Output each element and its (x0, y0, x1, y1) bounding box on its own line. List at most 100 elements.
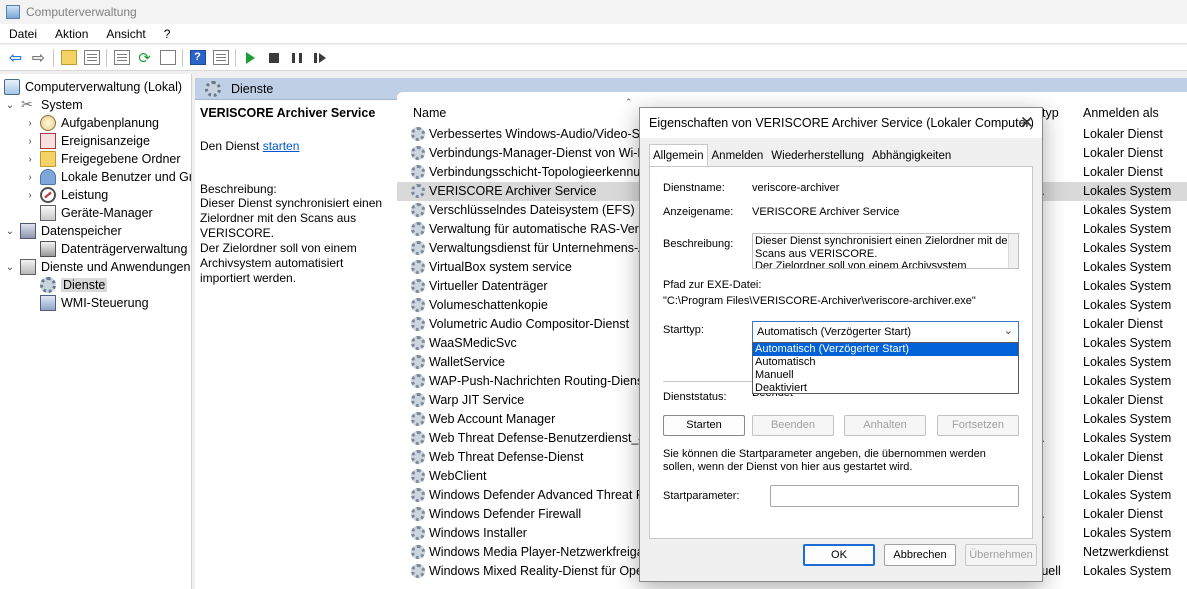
services-header-title: Dienste (231, 81, 274, 96)
gear-icon (205, 80, 221, 97)
window-title: Computerverwaltung (26, 5, 137, 19)
beschreibung-text: Dieser Dienst synchronisiert einen Zielo… (755, 235, 1014, 269)
beenden-button[interactable]: Beenden (752, 415, 834, 436)
menu-bar: Datei Aktion Ansicht ? (0, 24, 1187, 44)
menu-aktion[interactable]: Aktion (46, 27, 97, 41)
service-name-cell: Windows Defender Advanced Threat Protect… (411, 488, 640, 502)
tree-item-root[interactable]: Computerverwaltung (Lokal) (4, 78, 182, 96)
starttyp-option-automatisch-verzoegert[interactable]: Automatisch (Verzögerter Start) (753, 343, 1018, 356)
starttyp-option-deaktiviert[interactable]: Deaktiviert (753, 382, 1018, 395)
tree-label: Datenspeicher (41, 224, 122, 238)
tree-item-lokale-benutzer[interactable]: › Lokale Benutzer und Gruppen (24, 168, 191, 186)
up-folder-icon[interactable] (59, 48, 79, 68)
scrollbar[interactable] (1008, 234, 1018, 268)
anzeigename-value: VERISCORE Archiver Service (752, 206, 900, 218)
tab-abhaengigkeiten[interactable]: Abhängigkeiten (868, 146, 955, 166)
start-service-link[interactable]: starten (263, 139, 300, 153)
tree-item-datentraegerverwaltung[interactable]: Datenträgerverwaltung (40, 240, 187, 258)
chevron-down-icon[interactable]: ⌄ (4, 226, 16, 237)
menu-datei[interactable]: Datei (0, 27, 46, 41)
abbrechen-button[interactable]: Abbrechen (884, 544, 956, 566)
tree-item-ereignisanzeige[interactable]: › Ereignisanzeige (24, 132, 150, 150)
forward-arrow-icon[interactable]: ⇨ (29, 48, 49, 68)
export-list-icon[interactable] (158, 48, 178, 68)
tree-label: Aufgabenplanung (61, 116, 160, 130)
back-arrow-icon[interactable]: ⇦ (6, 48, 26, 68)
service-logon-cell: Netzwerkdienst (1083, 545, 1169, 559)
chevron-right-icon[interactable]: › (24, 136, 36, 147)
column-header-starttyp[interactable]: typ (1042, 106, 1059, 120)
gear-icon (411, 241, 425, 255)
service-logon-cell: Lokales System (1083, 336, 1172, 350)
service-logon-cell: Lokales System (1083, 431, 1172, 445)
tree-item-dienste-und-anwendungen[interactable]: ⌄ Dienste und Anwendungen (4, 258, 190, 276)
chevron-right-icon[interactable]: › (24, 118, 36, 129)
chevron-right-icon[interactable]: › (24, 154, 36, 165)
restart-icon[interactable] (310, 48, 330, 68)
startparameter-input[interactable] (770, 485, 1019, 507)
tree-item-geraete-manager[interactable]: Geräte-Manager (40, 204, 153, 222)
chevron-down-icon[interactable]: ⌄ (4, 262, 16, 273)
gear-icon (411, 260, 425, 274)
service-name: Verwaltung für automatische RAS-Verbindu… (429, 222, 640, 236)
column-header-anmelden-als[interactable]: Anmelden als (1083, 106, 1159, 120)
help-icon[interactable]: ? (188, 48, 208, 68)
tree-label: Ereignisanzeige (61, 134, 150, 148)
stop-icon[interactable] (264, 48, 284, 68)
tree-label: WMI-Steuerung (61, 296, 149, 310)
column-header-name[interactable]: Name (413, 106, 446, 120)
service-name: Windows Installer (429, 526, 527, 540)
service-name: Virtueller Datenträger (429, 279, 548, 293)
gear-icon (411, 146, 425, 160)
startparameter-label: Startparameter: (663, 490, 740, 502)
gear-icon (40, 277, 56, 293)
starttyp-option-automatisch[interactable]: Automatisch (753, 356, 1018, 369)
gear-icon (411, 469, 425, 483)
ok-button[interactable]: OK (803, 544, 875, 566)
tree-item-freigegebene-ordner[interactable]: › Freigegebene Ordner (24, 150, 181, 168)
event-viewer-icon (40, 133, 56, 149)
gear-icon (411, 203, 425, 217)
show-action-pane-icon[interactable] (211, 48, 231, 68)
chevron-down-icon[interactable]: ⌄ (4, 100, 16, 111)
pause-icon[interactable] (287, 48, 307, 68)
tree-item-aufgabenplanung[interactable]: › Aufgabenplanung (24, 114, 159, 132)
service-name-cell: Windows Installer (411, 526, 640, 540)
play-icon[interactable] (241, 48, 261, 68)
tree-item-dienste[interactable]: Dienste (40, 276, 108, 294)
tree-item-system[interactable]: ⌄ System (4, 96, 83, 114)
starttyp-option-manuell[interactable]: Manuell (753, 369, 1018, 382)
tab-allgemein[interactable]: Allgemein (649, 144, 708, 166)
close-icon[interactable]: ✕ (1020, 113, 1034, 133)
service-name-cell: VERISCORE Archiver Service (411, 184, 640, 198)
tree-item-wmi-steuerung[interactable]: WMI-Steuerung (40, 294, 149, 312)
starttyp-select[interactable]: Automatisch (Verzögerter Start) ⌄ (752, 321, 1019, 343)
tree-item-leistung[interactable]: › Leistung (24, 186, 108, 204)
anhalten-button[interactable]: Anhalten (844, 415, 926, 436)
uebernehmen-button[interactable]: Übernehmen (965, 544, 1037, 566)
properties-icon[interactable] (112, 48, 132, 68)
tree-item-datenspeicher[interactable]: ⌄ Datenspeicher (4, 222, 122, 240)
service-name: Volumeschattenkopie (429, 298, 548, 312)
service-name-cell: Verwaltungsdienst für Unternehmens-Apps (411, 241, 640, 255)
gear-icon (411, 488, 425, 502)
fortsetzen-button[interactable]: Fortsetzen (937, 415, 1019, 436)
tab-anmelden[interactable]: Anmelden (708, 146, 768, 166)
start-service-line: Den Dienst starten (200, 139, 300, 153)
gear-icon (411, 507, 425, 521)
refresh-icon[interactable]: ⟳ (135, 48, 155, 68)
service-name-cell: Web Threat Defense-Dienst (411, 450, 640, 464)
beschreibung-textbox[interactable]: Dieser Dienst synchronisiert einen Zielo… (752, 233, 1019, 269)
tab-wiederherstellung[interactable]: Wiederherstellung (767, 146, 868, 166)
show-hide-console-tree-icon[interactable] (82, 48, 102, 68)
description-text: Dieser Dienst synchronisiert einen Zielo… (200, 196, 383, 285)
chevron-right-icon[interactable]: › (24, 172, 36, 183)
starttyp-dropdown-list: Automatisch (Verzögerter Start) Automati… (752, 342, 1019, 394)
chevron-right-icon[interactable]: › (24, 190, 36, 201)
chevron-down-icon[interactable]: ⌄ (1004, 324, 1013, 337)
menu-help[interactable]: ? (155, 27, 180, 41)
sort-up-icon: ⌃ (625, 97, 633, 107)
starten-button[interactable]: Starten (663, 415, 745, 436)
menu-ansicht[interactable]: Ansicht (97, 27, 154, 41)
service-logon-cell: Lokales System (1083, 564, 1172, 578)
